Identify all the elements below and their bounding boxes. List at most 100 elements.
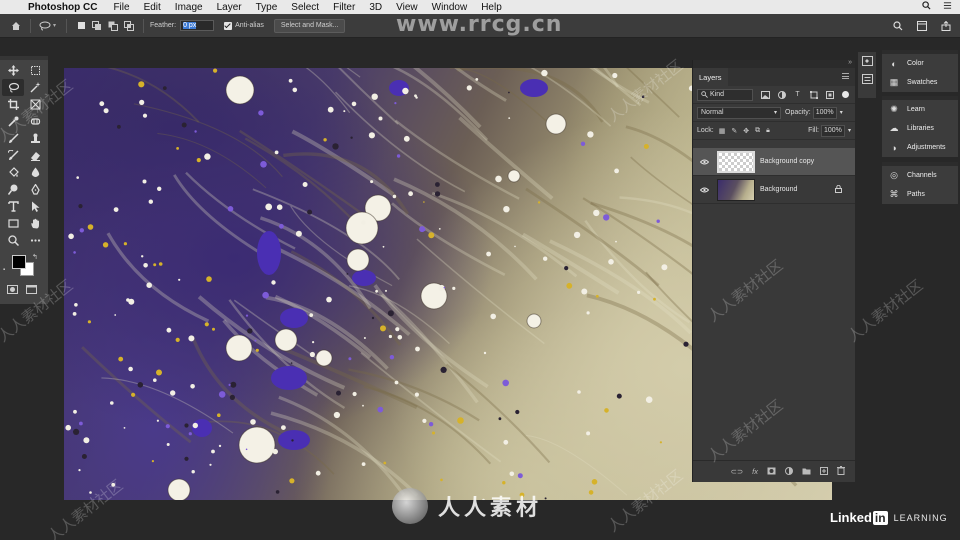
type-tool-icon[interactable] (2, 198, 24, 215)
app-name-menu[interactable]: Photoshop CC (28, 2, 97, 13)
filter-smart-object-icon[interactable] (825, 90, 834, 99)
intersect-selection-icon[interactable] (121, 18, 137, 34)
new-layer-icon[interactable] (820, 466, 828, 477)
paint-speckle (65, 424, 71, 431)
workspace-icon[interactable] (914, 18, 930, 34)
dock-channels[interactable]: ◎ Channels (882, 166, 958, 185)
dock-learn[interactable]: ✺ Learn (882, 100, 958, 119)
spotlight-search-icon[interactable] (922, 1, 931, 13)
subtract-from-selection-icon[interactable] (105, 18, 121, 34)
menu-type[interactable]: Type (256, 2, 278, 13)
tab-layers[interactable]: Layers (693, 68, 728, 86)
swap-colors-icon[interactable]: ↰ (32, 253, 38, 261)
menu-help[interactable]: Help (481, 2, 502, 13)
pen-tool-icon[interactable] (24, 181, 46, 198)
notification-center-icon[interactable] (943, 1, 952, 13)
add-to-selection-icon[interactable] (89, 18, 105, 34)
filter-shape-icon[interactable] (809, 90, 818, 99)
visibility-eye-icon[interactable] (697, 159, 711, 165)
move-tool-icon[interactable] (2, 62, 24, 79)
rectangle-tool-icon[interactable] (2, 215, 24, 232)
lock-image-pixels-icon[interactable]: ✎ (731, 127, 737, 135)
lock-artboard-icon[interactable]: ⧉ (755, 127, 760, 135)
more-tools-icon[interactable] (24, 232, 46, 249)
blur-tool-icon[interactable] (24, 164, 46, 181)
opacity-input[interactable]: 100% (812, 106, 837, 119)
history-icon[interactable] (858, 52, 876, 70)
zoom-tool-icon[interactable] (2, 232, 24, 249)
menu-select[interactable]: Select (291, 2, 319, 13)
menu-edit[interactable]: Edit (144, 2, 161, 13)
collapse-panel-icon[interactable]: » (848, 59, 852, 66)
new-selection-icon[interactable] (73, 18, 89, 34)
dodge-tool-icon[interactable] (2, 181, 24, 198)
menu-layer[interactable]: Layer (217, 2, 242, 13)
menu-3d[interactable]: 3D (369, 2, 382, 13)
dock-adjustments[interactable]: ◑ Adjustments (882, 138, 958, 157)
link-layers-icon[interactable]: ⊂⊃ (731, 467, 744, 476)
menu-file[interactable]: File (113, 2, 129, 13)
layer-row-background[interactable]: Background (693, 176, 855, 204)
clone-stamp-tool-icon[interactable] (24, 130, 46, 147)
select-and-mask-button[interactable]: Select and Mask... (273, 18, 346, 33)
new-adjustment-layer-icon[interactable] (785, 466, 793, 477)
dock-color[interactable]: ◐ Color (882, 54, 958, 73)
fill-chevron-icon[interactable]: ▾ (848, 127, 851, 134)
paint-speckle (378, 116, 383, 121)
default-colors-icon[interactable]: ▪ (3, 267, 5, 273)
filter-kind-select[interactable]: Kind (697, 88, 753, 101)
layer-name[interactable]: Background copy (760, 158, 814, 165)
paint-speckle (151, 460, 154, 463)
dock-libraries[interactable]: ☁ Libraries (882, 119, 958, 138)
menu-image[interactable]: Image (175, 2, 203, 13)
filter-type-icon[interactable]: T (793, 90, 802, 99)
paint-speckle (114, 314, 117, 316)
layer-style-fx-icon[interactable]: fx (752, 467, 758, 476)
properties-icon[interactable] (858, 70, 876, 88)
paint-speckle (616, 393, 622, 399)
lock-position-icon[interactable]: ✥ (743, 127, 749, 135)
foreground-color-swatch[interactable] (12, 255, 26, 269)
opacity-chevron-icon[interactable]: ▾ (840, 109, 843, 116)
eraser-tool-icon[interactable] (24, 147, 46, 164)
panel-menu-icon[interactable] (842, 73, 849, 79)
feather-input[interactable]: 0 px (180, 20, 215, 31)
lasso-tool-preset-icon[interactable] (37, 18, 53, 34)
quick-mask-icon[interactable] (7, 281, 18, 299)
visibility-eye-icon[interactable] (697, 187, 711, 193)
lock-transparent-pixels-icon[interactable]: ▦ (719, 127, 726, 135)
menu-window[interactable]: Window (432, 2, 468, 13)
layer-lock-icon[interactable] (835, 184, 842, 195)
chevron-down-icon[interactable]: ▾ (53, 22, 56, 29)
dock-swatches[interactable]: ▦ Swatches (882, 73, 958, 92)
layer-name[interactable]: Background (760, 186, 797, 193)
lock-all-icon[interactable]: 🔒︎ (766, 127, 770, 135)
menu-view[interactable]: View (396, 2, 418, 13)
hand-tool-icon[interactable] (24, 215, 46, 232)
add-mask-icon[interactable] (767, 467, 776, 477)
delete-layer-trash-icon[interactable] (837, 466, 845, 477)
filter-toggle-icon[interactable] (842, 91, 849, 98)
history-brush-tool-icon[interactable] (2, 147, 24, 164)
path-selection-tool-icon[interactable] (24, 198, 46, 215)
layer-row-background-copy[interactable]: Background copy (693, 148, 855, 176)
menu-filter[interactable]: Filter (333, 2, 355, 13)
new-group-folder-icon[interactable] (802, 467, 811, 477)
dock-channels-label: Channels (907, 172, 937, 179)
lasso-tool-icon[interactable] (2, 79, 24, 96)
paint-speckle (615, 240, 617, 243)
artboard-tool-icon[interactable] (24, 62, 46, 79)
blend-mode-select[interactable]: Normal ▾ (697, 106, 781, 119)
paint-speckle (79, 421, 83, 426)
home-icon[interactable] (8, 18, 24, 34)
filter-pixel-icon[interactable] (761, 90, 770, 99)
dock-paths[interactable]: ⌘ Paths (882, 185, 958, 204)
fill-input[interactable]: 100% (820, 124, 845, 137)
anti-alias-checkbox[interactable]: Anti-alias (224, 21, 264, 30)
paint-bucket-tool-icon[interactable] (2, 164, 24, 181)
search-icon[interactable] (890, 18, 906, 34)
watermark-logo-icon (392, 488, 428, 524)
share-icon[interactable] (938, 18, 954, 34)
paint-speckle (586, 431, 591, 436)
filter-adjustment-icon[interactable] (777, 90, 786, 99)
